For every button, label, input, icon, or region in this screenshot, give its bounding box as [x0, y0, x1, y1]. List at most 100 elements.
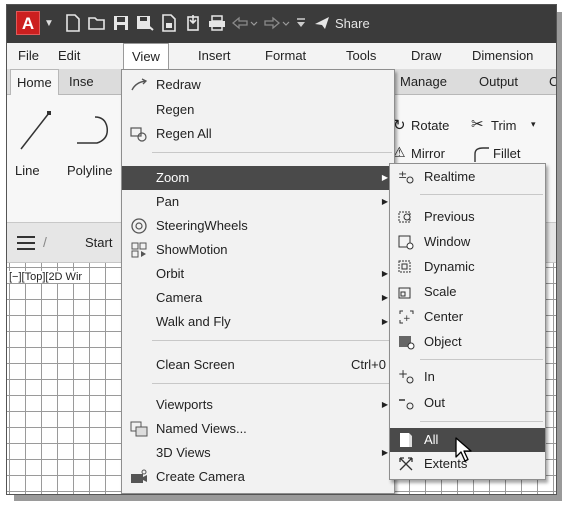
application-menu-button[interactable]: A [16, 11, 40, 35]
customize-toolbar-icon[interactable] [294, 11, 308, 35]
menu-item-label: Redraw [156, 77, 201, 92]
menu-tools[interactable]: Tools [338, 43, 384, 69]
menu-bar: File Edit View Insert Format Tools Draw … [7, 43, 556, 70]
share-icon [315, 17, 329, 29]
menu-item-label: Center [424, 309, 464, 324]
menu-separator [420, 421, 543, 422]
zoom-window-icon [398, 234, 416, 250]
redo-icon[interactable] [262, 11, 292, 35]
menu-item-label: Dynamic [424, 259, 475, 274]
rotate-label: Rotate [411, 118, 450, 133]
menu-insert[interactable]: Insert [190, 43, 239, 69]
menu-item-zoom-center[interactable]: + Center [390, 305, 545, 329]
menu-edit[interactable]: Edit [50, 43, 88, 69]
line-label: Line [15, 163, 40, 178]
menu-item-3d-views[interactable]: 3D Views ▶ [122, 441, 394, 465]
tab-insert[interactable]: Inse [63, 69, 100, 95]
zoom-all-icon [398, 432, 416, 448]
menu-dimension[interactable]: Dimension [464, 43, 541, 69]
tab-divider: / [43, 234, 47, 250]
menu-item-zoom-dynamic[interactable]: Dynamic [390, 255, 545, 279]
rotate-tool[interactable]: ↻ Rotate [391, 115, 463, 137]
menu-separator [420, 194, 543, 195]
menu-item-zoom[interactable]: Zoom ▶ [122, 166, 394, 190]
zoom-dynamic-icon [398, 259, 416, 275]
hamburger-menu-icon[interactable] [17, 236, 35, 250]
menu-item-zoom-scale[interactable]: Scale [390, 280, 545, 304]
menu-item-clean-screen[interactable]: Clean Screen Ctrl+0 [122, 353, 394, 377]
save-web-icon[interactable] [182, 11, 204, 35]
line-icon [20, 111, 51, 150]
menu-item-label: Realtime [424, 169, 476, 184]
fillet-tool[interactable]: Fillet [469, 143, 549, 165]
menu-separator [152, 152, 392, 153]
chevron-down-icon[interactable]: ▼ [44, 18, 54, 29]
menu-item-steeringwheels[interactable]: SteeringWheels [122, 214, 394, 238]
menu-item-viewports[interactable]: Viewports ▶ [122, 393, 394, 417]
menu-item-zoom-in[interactable]: + In [390, 365, 545, 389]
polyline-tool[interactable]: Polyline [65, 103, 123, 183]
tab-output[interactable]: Output [473, 69, 524, 95]
menu-item-walk-and-fly[interactable]: Walk and Fly ▶ [122, 310, 394, 334]
start-tab[interactable]: Start [85, 235, 112, 250]
menu-item-redraw[interactable]: Redraw [122, 73, 394, 97]
menu-item-label: Object [424, 334, 462, 349]
menu-item-shortcut: Ctrl+0 [350, 357, 386, 372]
menu-item-regen-all[interactable]: Regen All [122, 122, 394, 146]
menu-item-label: Pan [156, 194, 180, 209]
zoom-previous-icon [398, 209, 416, 225]
menu-format[interactable]: Format [257, 43, 314, 69]
menu-item-zoom-previous[interactable]: Previous [390, 205, 545, 229]
tab-home[interactable]: Home [10, 69, 59, 96]
menu-item-label: Zoom [156, 170, 190, 185]
save-icon[interactable] [110, 11, 132, 35]
zoom-realtime-icon: ± [398, 169, 416, 185]
menu-item-pan[interactable]: Pan ▶ [122, 190, 394, 214]
mirror-tool[interactable]: ⚠ Mirror [391, 143, 463, 165]
submenu-arrow-icon: ▶ [381, 293, 388, 302]
share-button[interactable]: Share [314, 16, 370, 31]
showmotion-icon [130, 242, 148, 258]
undo-icon[interactable] [230, 11, 260, 35]
menu-item-camera[interactable]: Camera ▶ [122, 286, 394, 310]
zoom-extents-icon [398, 456, 416, 472]
zoom-in-icon: + [398, 369, 416, 385]
menu-item-label: Viewports [156, 397, 213, 412]
menu-separator [152, 340, 392, 341]
menu-item-zoom-realtime[interactable]: ± Realtime [390, 165, 545, 189]
menu-item-create-camera[interactable]: Create Camera [122, 465, 394, 489]
redraw-icon [130, 77, 148, 93]
menu-item-label: Orbit [156, 266, 185, 281]
zoom-center-icon: + [398, 309, 416, 325]
chevron-down-icon[interactable]: ▾ [531, 119, 536, 130]
tab-collaborate[interactable]: C [543, 69, 556, 95]
title-bar: A ▼ Share [7, 5, 556, 43]
viewport-controls[interactable]: [−][Top][2D Wir [8, 271, 84, 283]
trim-icon: ✂ [471, 116, 484, 133]
menu-item-showmotion[interactable]: ShowMotion [122, 238, 394, 262]
menu-item-named-views[interactable]: Named Views... [122, 417, 394, 441]
menu-draw[interactable]: Draw [403, 43, 449, 69]
new-file-icon[interactable] [62, 11, 84, 35]
line-tool[interactable]: Line [13, 103, 59, 183]
save-as-icon[interactable] [134, 11, 156, 35]
menu-separator [420, 359, 543, 360]
menu-item-label: Regen [156, 102, 195, 117]
menu-file[interactable]: File [10, 43, 47, 69]
menu-item-zoom-object[interactable]: Object [390, 330, 545, 354]
menu-item-regen[interactable]: Regen [122, 98, 394, 122]
quick-access-toolbar: Share [62, 11, 370, 35]
menu-item-label: Named Views... [156, 421, 247, 436]
menu-view[interactable]: View [123, 43, 169, 70]
trim-tool[interactable]: ✂ Trim ▾ [469, 115, 549, 137]
plot-printer-icon[interactable] [206, 11, 228, 35]
open-folder-icon[interactable] [86, 11, 108, 35]
menu-item-zoom-window[interactable]: Window [390, 230, 545, 254]
polyline-label: Polyline [67, 163, 113, 178]
open-web-icon[interactable] [158, 11, 180, 35]
submenu-arrow-icon: ▶ [381, 400, 388, 409]
menu-item-zoom-out[interactable]: Out [390, 391, 545, 415]
submenu-arrow-icon: ▶ [381, 317, 388, 326]
tab-manage[interactable]: Manage [394, 69, 453, 95]
menu-item-orbit[interactable]: Orbit ▶ [122, 262, 394, 286]
